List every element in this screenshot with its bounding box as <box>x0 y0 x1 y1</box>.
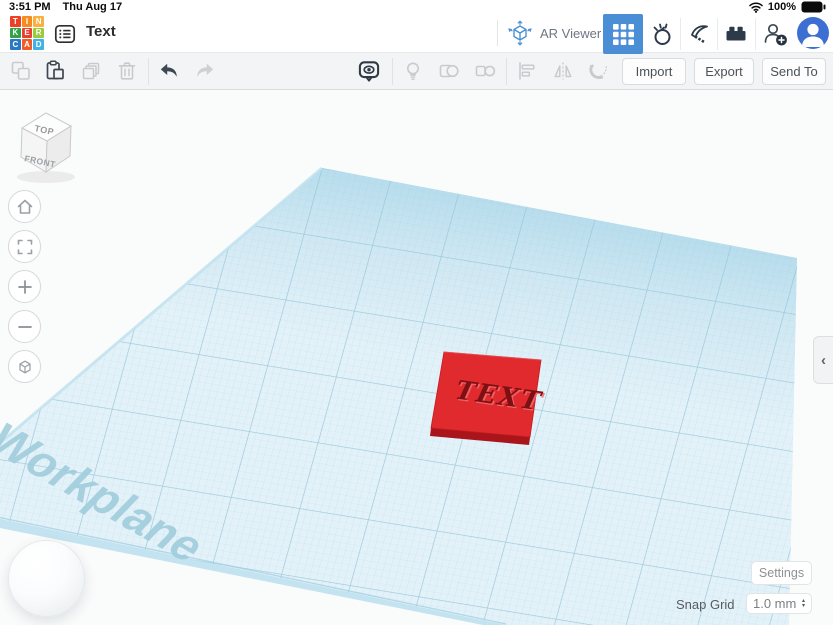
logo-cell: T <box>10 16 21 27</box>
editor-3d-view-button[interactable] <box>603 14 643 54</box>
sim-lab-button[interactable] <box>643 14 680 54</box>
show-hidden-button[interactable] <box>396 55 430 87</box>
orthographic-cube-icon <box>15 357 35 377</box>
workplane-depth-shading <box>0 168 797 625</box>
snap-grid-value: 1.0 mm <box>753 596 796 611</box>
home-view-button[interactable] <box>8 190 41 223</box>
ar-viewer-button[interactable]: AR Viewer <box>503 19 605 47</box>
add-person-icon <box>762 20 790 48</box>
falling-apple-icon <box>649 21 675 47</box>
redo-button[interactable] <box>188 55 222 87</box>
logo-cell: D <box>33 39 44 50</box>
panel-expand-tab[interactable]: ‹ <box>813 336 833 384</box>
design-menu-button[interactable] <box>52 21 78 47</box>
orbit-joystick[interactable] <box>8 540 85 617</box>
ar-cube-icon <box>507 20 533 46</box>
undo-button[interactable] <box>152 55 186 87</box>
ungroup-button[interactable] <box>468 55 502 87</box>
duplicate-button[interactable] <box>74 55 108 87</box>
group-button[interactable] <box>432 55 466 87</box>
perspective-toggle-button[interactable] <box>8 350 41 383</box>
delete-button[interactable] <box>110 55 144 87</box>
view-cube-shadow <box>17 171 75 183</box>
paste-icon <box>43 59 67 83</box>
app-header: T I N K E R C A D Text AR Viewe <box>0 14 833 52</box>
avatar[interactable] <box>797 17 829 49</box>
snap-magnet-button[interactable] <box>582 55 616 87</box>
logo-cell: A <box>22 39 33 50</box>
view-cube[interactable]: TOP FRONT <box>17 113 75 183</box>
import-button[interactable]: Import <box>622 58 686 85</box>
logo-cell: R <box>33 28 44 39</box>
clock-time: 3:51 PM <box>9 1 51 13</box>
grid-view-icon <box>613 24 634 45</box>
ar-viewer-label: AR Viewer <box>540 26 601 41</box>
logo-cell: I <box>22 16 33 27</box>
tinkercad-logo[interactable]: T I N K E R C A D <box>10 16 44 50</box>
bricks-button[interactable] <box>717 14 754 54</box>
pickaxe-icon <box>686 21 712 47</box>
zoom-in-button[interactable] <box>8 270 41 303</box>
zoom-out-button[interactable] <box>8 310 41 343</box>
chevron-left-icon: ‹ <box>821 352 826 369</box>
logo-cell: N <box>33 16 44 27</box>
fit-view-icon <box>16 238 34 256</box>
lightbulb-icon <box>401 59 425 83</box>
plus-icon <box>16 278 34 296</box>
dropdown-caret-icon: ▴▾ <box>802 599 805 608</box>
tinkercad-app: Workplane TEXT TEXT TOP FRONT <box>0 0 833 625</box>
ios-status-bar: 3:51 PM Thu Aug 17 100% <box>0 0 833 14</box>
mirror-button[interactable] <box>546 55 580 87</box>
invite-collaborator-button[interactable] <box>756 14 796 54</box>
notes-button[interactable] <box>352 55 386 87</box>
edit-toolbar: Import Export Send To <box>0 52 833 90</box>
clock-date: Thu Aug 17 <box>63 1 122 13</box>
home-icon <box>16 198 34 216</box>
align-icon <box>515 59 539 83</box>
toolbar-divider <box>392 58 393 85</box>
align-button[interactable] <box>510 55 544 87</box>
header-divider <box>497 20 498 46</box>
toolbar-divider <box>506 58 507 85</box>
undo-icon <box>157 59 181 83</box>
logo-cell: C <box>10 39 21 50</box>
snap-grid-dropdown[interactable]: 1.0 mm ▴▾ <box>746 593 812 614</box>
export-button[interactable]: Export <box>694 58 754 85</box>
avatar-person-icon <box>797 17 829 49</box>
copy-icon <box>9 59 33 83</box>
blocks-button[interactable] <box>680 14 717 54</box>
fit-view-button[interactable] <box>8 230 41 263</box>
redo-icon <box>193 59 217 83</box>
snap-grid-label: Snap Grid <box>676 597 735 612</box>
send-to-button[interactable]: Send To <box>762 58 826 85</box>
settings-button[interactable]: Settings <box>751 561 812 585</box>
wifi-icon <box>749 2 763 13</box>
magnet-icon <box>587 59 611 83</box>
mirror-icon <box>551 59 575 83</box>
copy-button[interactable] <box>4 55 38 87</box>
note-eye-icon <box>356 58 382 84</box>
workplane[interactable]: Workplane <box>0 168 797 625</box>
design-title[interactable]: Text <box>86 23 116 40</box>
logo-cell: K <box>10 28 21 39</box>
design-canvas[interactable]: Workplane TEXT TEXT TOP FRONT <box>0 0 833 625</box>
paste-button[interactable] <box>38 55 72 87</box>
duplicate-icon <box>79 59 103 83</box>
group-icon <box>437 59 461 83</box>
trash-icon <box>115 59 139 83</box>
list-icon <box>53 22 77 46</box>
battery-percent: 100% <box>768 1 796 13</box>
ungroup-icon <box>473 59 497 83</box>
minus-icon <box>16 318 34 336</box>
toolbar-divider <box>148 58 149 85</box>
lego-brick-icon <box>723 21 749 47</box>
battery-icon <box>801 1 826 13</box>
logo-cell: E <box>22 28 33 39</box>
